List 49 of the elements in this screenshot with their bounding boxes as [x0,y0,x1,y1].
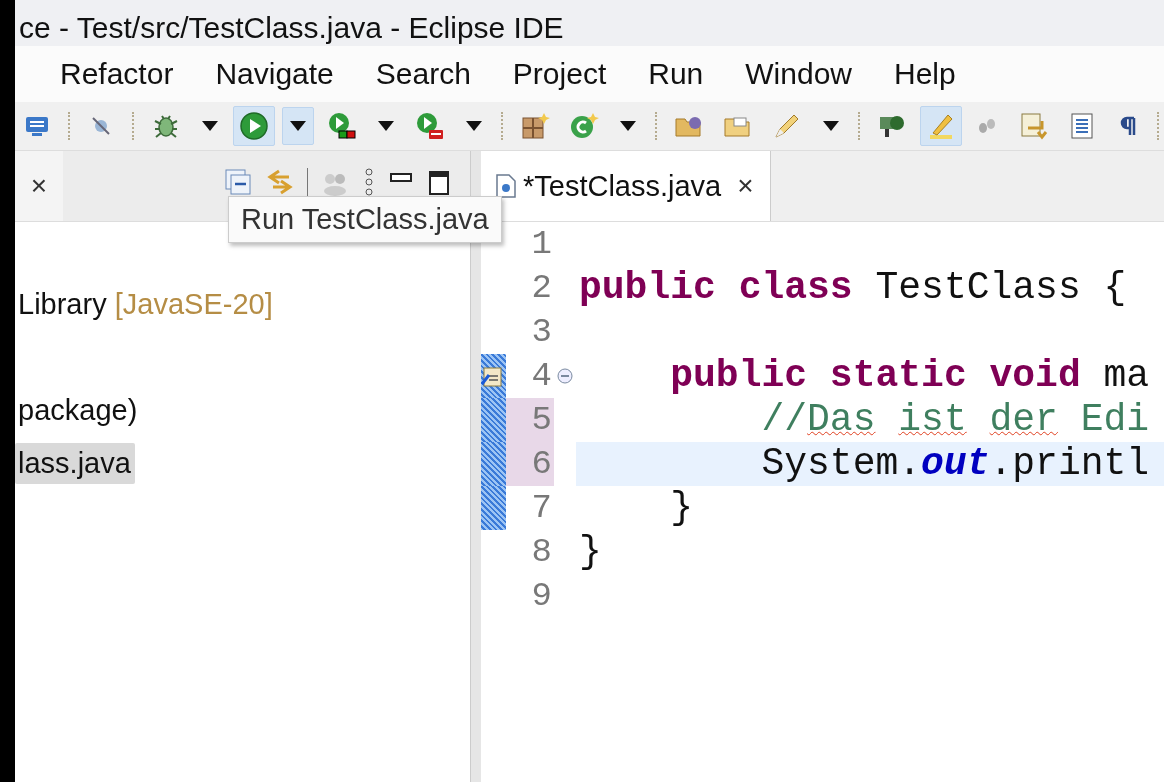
view-menu-icon[interactable] [362,167,376,197]
document-arrow-icon [1018,111,1048,141]
new-class-icon [569,111,599,141]
caret-icon [201,120,219,132]
line-number: 3 [530,312,553,353]
code-line: public static void ma [669,354,1150,397]
caret-icon [289,120,307,132]
menu-item[interactable]: Search [354,53,492,95]
play-toolbox-icon [415,111,445,141]
new-package-icon [520,111,550,141]
task-icon [481,364,503,388]
window-title: ce - Test/src/TestClass.java - Eclipse IDE [18,10,564,46]
line-number: 5 [506,398,554,442]
code-line: System.out.printl [760,442,1150,485]
collapse-all-icon[interactable] [223,167,253,197]
caret-icon [822,120,840,132]
close-icon[interactable]: × [727,170,754,202]
play-icon [239,111,269,141]
fold-icon[interactable] [557,368,573,384]
caret-icon [465,120,483,132]
line-number: 2 [530,268,553,309]
caret-icon [619,120,637,132]
java-file-icon [495,173,517,199]
line-number: 1 [530,224,553,265]
tooltip: Run TestClass.java [228,196,502,243]
caret-icon [377,120,395,132]
dropdown-button[interactable] [282,107,314,145]
tree-item[interactable]: package) [15,390,142,431]
menu-item[interactable]: Refactor [39,53,195,95]
line-number: 6 [506,442,554,486]
tree-item[interactable]: lass.java [15,443,135,484]
line-number: 7 [530,488,553,529]
tree-item[interactable]: Library [JavaSE-20] [15,284,277,325]
play-coverage-icon [327,111,357,141]
line-number: 9 [530,576,553,617]
code-line: } [669,486,694,529]
code-line: } [579,530,602,573]
menu-item[interactable]: Run [627,53,725,95]
run-button[interactable] [233,106,275,146]
menu-item[interactable]: Project [491,53,628,95]
line-number: 4 [530,356,553,397]
menu-item[interactable]: Window [724,53,873,95]
code-line: public class TestClass { [579,266,1127,309]
tree-item-decoration: [JavaSE-20] [114,288,273,320]
close-button[interactable]: × [15,151,63,221]
line-number: 8 [530,532,553,573]
menu-item[interactable]: Navigate [194,53,355,95]
menu-item[interactable]: Help [873,53,977,95]
code-line: //Das ist der Edi [760,398,1150,441]
